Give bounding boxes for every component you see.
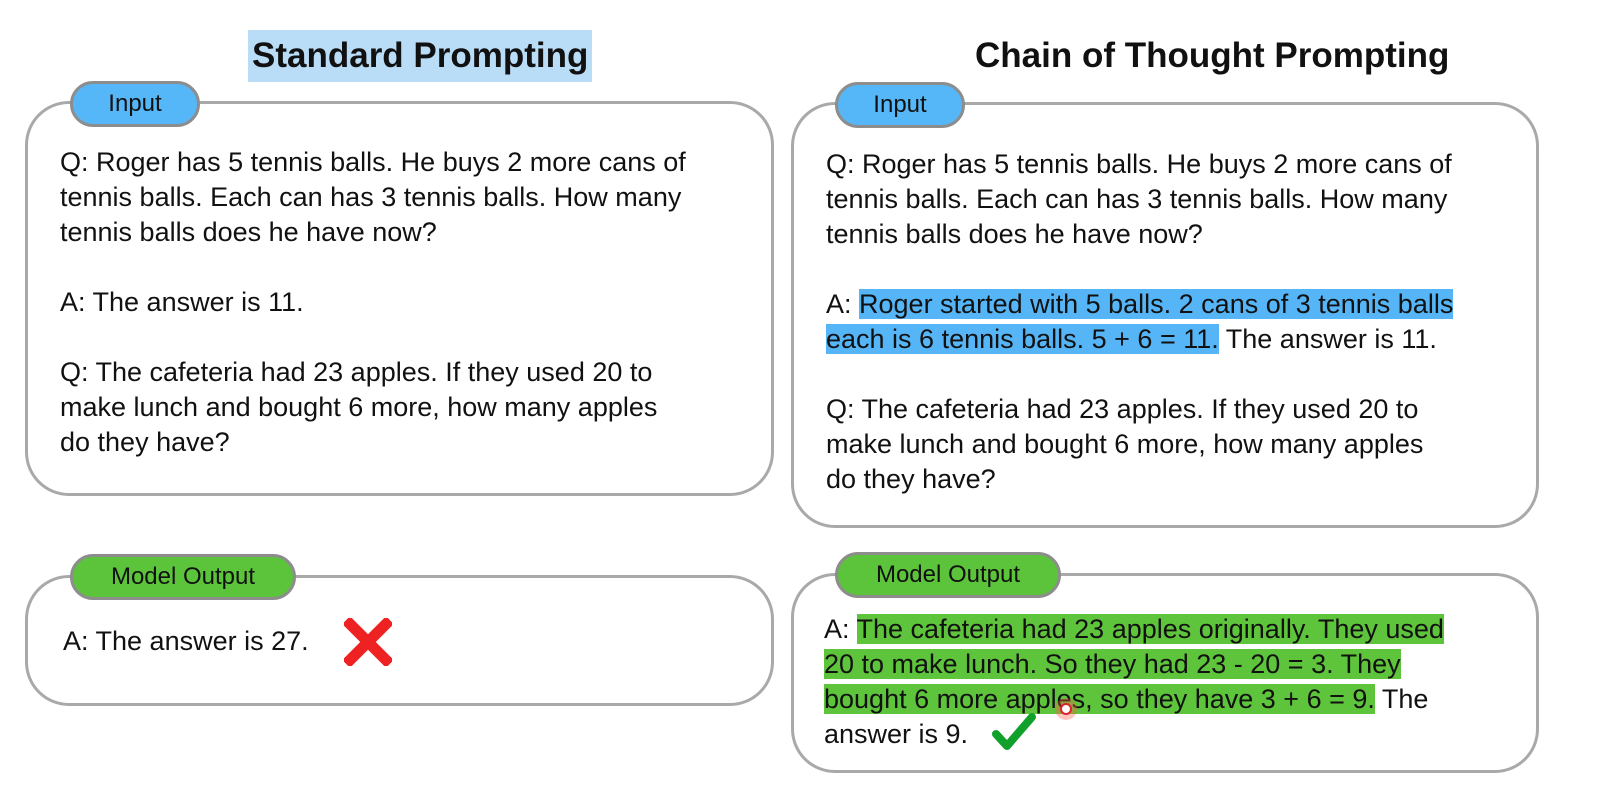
cot-q1-line-3: tennis balls does he have now? bbox=[826, 219, 1203, 249]
cot-out-line-4: answer is 9. bbox=[824, 719, 969, 749]
standard-output-text: A: The answer is 27. bbox=[63, 626, 309, 656]
cot-a1-line-2: each is 6 tennis balls. 5 + 6 = 11. The … bbox=[826, 322, 1453, 357]
cot-output-text: A: The cafeteria had 23 apples originall… bbox=[824, 612, 1444, 752]
standard-q2-line-3: do they have? bbox=[60, 427, 230, 457]
standard-q2-line-2: make lunch and bought 6 more, how many a… bbox=[60, 392, 658, 422]
standard-output-tag: Model Output bbox=[70, 554, 296, 600]
cot-input-tag: Input bbox=[835, 82, 965, 128]
cot-out-prefix: A: bbox=[824, 614, 857, 644]
green-check-icon bbox=[992, 713, 1036, 750]
standard-q1-line-2: tennis balls. Each can has 3 tennis ball… bbox=[60, 182, 682, 212]
cot-q1-line-2: tennis balls. Each can has 3 tennis ball… bbox=[826, 184, 1448, 214]
cot-out-line-3: bought 6 more apples, so they have 3 + 6… bbox=[824, 682, 1444, 717]
cot-output-tag: Model Output bbox=[835, 552, 1061, 598]
standard-q1-line-1: Q: Roger has 5 tennis balls. He buys 2 m… bbox=[60, 147, 686, 177]
cot-q2-line-3: do they have? bbox=[826, 464, 996, 494]
cot-out-reasoning-highlight-3: bought 6 more apples, so they have 3 + 6… bbox=[824, 684, 1375, 714]
cot-out-reasoning-highlight-1: The cafeteria had 23 apples originally. … bbox=[856, 614, 1444, 644]
red-cross-icon bbox=[344, 618, 392, 666]
cot-q1-line-1: Q: Roger has 5 tennis balls. He buys 2 m… bbox=[826, 149, 1452, 179]
cot-a1-suffix: The answer is 11. bbox=[1218, 324, 1437, 354]
standard-q1-line-3: tennis balls does he have now? bbox=[60, 217, 437, 247]
standard-q2-line-1: Q: The cafeteria had 23 apples. If they … bbox=[60, 357, 653, 387]
cot-input-text: Q: Roger has 5 tennis balls. He buys 2 m… bbox=[826, 147, 1454, 497]
pointer-indicator bbox=[1055, 698, 1077, 720]
cot-a1-prefix: A: bbox=[826, 289, 860, 319]
cot-out-suffix: The bbox=[1374, 684, 1429, 714]
cot-out-line-2: 20 to make lunch. So they had 23 - 20 = … bbox=[824, 647, 1444, 682]
cot-out-line-1: A: The cafeteria had 23 apples originall… bbox=[824, 612, 1444, 647]
standard-prompting-title: Standard Prompting bbox=[248, 30, 593, 82]
cot-a1-line-1: A: Roger started with 5 balls. 2 cans of… bbox=[826, 287, 1454, 322]
cot-a1-reasoning-highlight-2: each is 6 tennis balls. 5 + 6 = 11. bbox=[826, 324, 1219, 354]
cot-prompting-title: Chain of Thought Prompting bbox=[975, 36, 1450, 75]
cot-q2-line-1: Q: The cafeteria had 23 apples. If they … bbox=[826, 394, 1419, 424]
cot-q2-line-2: make lunch and bought 6 more, how many a… bbox=[826, 429, 1424, 459]
standard-input-tag: Input bbox=[70, 81, 200, 127]
standard-input-text: Q: Roger has 5 tennis balls. He buys 2 m… bbox=[60, 145, 686, 460]
cot-out-reasoning-highlight-2: 20 to make lunch. So they had 23 - 20 = … bbox=[824, 649, 1401, 679]
standard-a1-line: A: The answer is 11. bbox=[60, 287, 304, 317]
cot-a1-reasoning-highlight-1: Roger started with 5 balls. 2 cans of 3 … bbox=[859, 289, 1454, 319]
